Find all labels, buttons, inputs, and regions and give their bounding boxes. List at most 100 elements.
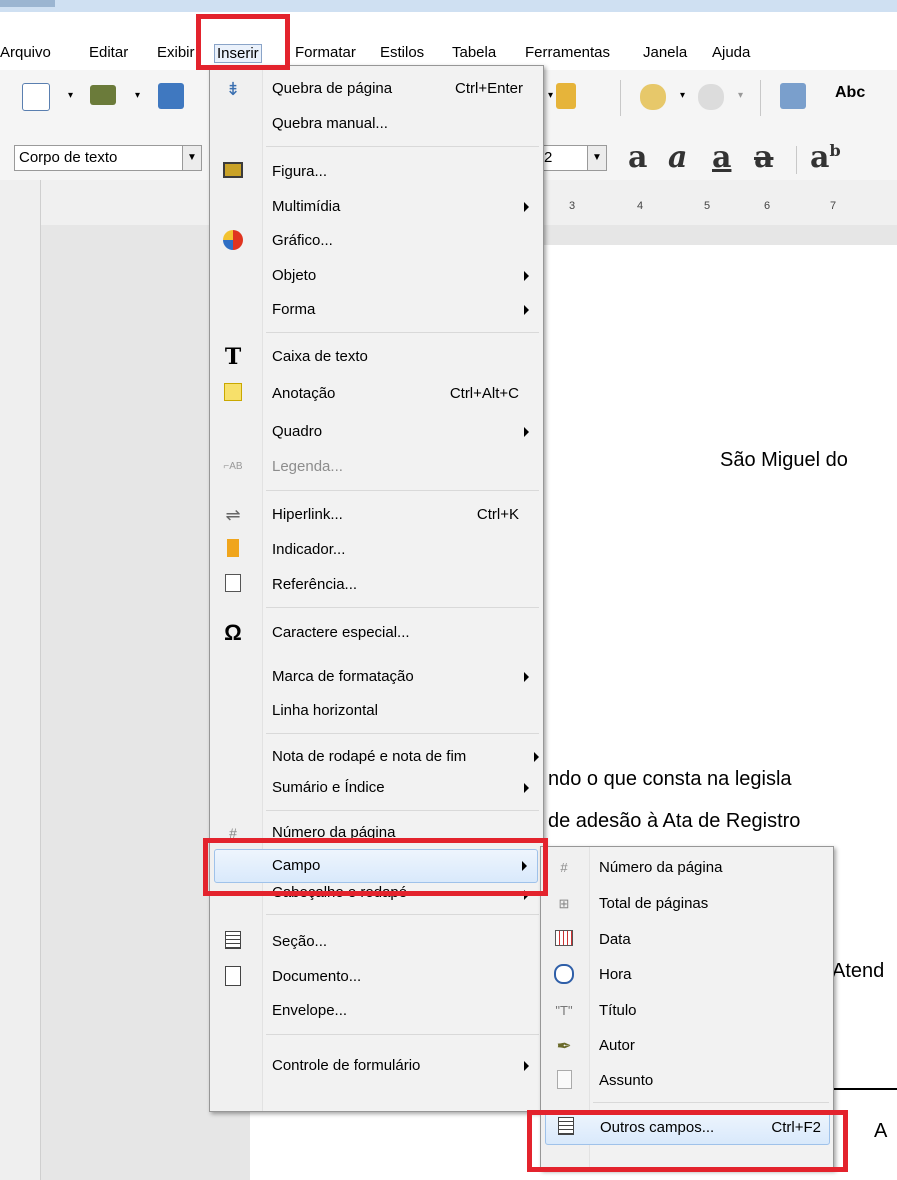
- field-item-subject[interactable]: Assunto: [541, 1066, 833, 1096]
- menu-item-chart[interactable]: Gráfico...: [210, 226, 543, 256]
- strikethrough-icon[interactable]: a: [754, 140, 773, 175]
- field-item-author[interactable]: ✒ Autor: [541, 1031, 833, 1061]
- menu-item-manual-break[interactable]: Quebra manual...: [210, 109, 543, 139]
- menu-item-shape[interactable]: Forma: [210, 295, 543, 325]
- ruler-tick: 5: [704, 200, 711, 212]
- open-dropdown-icon[interactable]: ▾: [135, 90, 140, 101]
- menu-item-label: Número da página: [599, 859, 723, 876]
- menu-item-label: Multimídia: [272, 198, 341, 215]
- menu-item-page-break[interactable]: ⇟ Quebra de página Ctrl+Enter: [210, 74, 543, 104]
- font-size-combo[interactable]: 2 ▼: [538, 145, 607, 171]
- field-item-title[interactable]: "T" Título: [541, 996, 833, 1026]
- menu-item-special-character[interactable]: Ω Caractere especial...: [210, 618, 543, 648]
- menu-item-horizontal-line[interactable]: Linha horizontal: [210, 696, 543, 726]
- doc-text-line: ndo o que consta na legisla: [548, 768, 792, 790]
- menu-item-label: Quebra manual...: [272, 115, 388, 132]
- menu-item-multimedia[interactable]: Multimídia: [210, 192, 543, 222]
- menu-item-form-control[interactable]: Controle de formulário: [210, 1051, 543, 1081]
- menu-item-document[interactable]: Documento...: [210, 962, 543, 992]
- subject-icon: [553, 1070, 575, 1092]
- menu-item-label: Forma: [272, 301, 316, 318]
- menu-item-label: Referência...: [272, 576, 358, 593]
- menu-separator: [593, 1102, 829, 1103]
- submenu-arrow-icon: [534, 752, 539, 762]
- new-dropdown-icon[interactable]: ▾: [68, 90, 73, 101]
- paragraph-style-combo[interactable]: Corpo de texto ▼: [14, 145, 202, 171]
- field-item-time[interactable]: Hora: [541, 960, 833, 990]
- field-item-page-count[interactable]: ⊞ Total de páginas: [541, 889, 833, 919]
- comment-icon: [222, 383, 244, 405]
- cross-reference-icon: [222, 574, 244, 596]
- menu-item-text-box[interactable]: T Caixa de texto: [210, 342, 543, 372]
- menu-item-envelope[interactable]: Envelope...: [210, 996, 543, 1026]
- menu-editar[interactable]: Editar: [89, 44, 128, 61]
- menu-item-toc-index[interactable]: Sumário e Índice: [210, 773, 543, 803]
- menu-item-object[interactable]: Objeto: [210, 261, 543, 291]
- submenu-arrow-icon: [524, 783, 529, 793]
- paragraph-style-value: Corpo de texto: [19, 149, 118, 166]
- title-icon: "T": [555, 1003, 573, 1018]
- calendar-icon: [553, 929, 575, 951]
- ruler-tick: 6: [764, 200, 771, 212]
- menu-item-label: Quebra de página: [272, 80, 393, 97]
- submenu-arrow-icon: [524, 271, 529, 281]
- open-folder-icon[interactable]: [90, 85, 116, 105]
- submenu-arrow-icon: [524, 1061, 529, 1071]
- spellcheck-icon[interactable]: Abc: [835, 84, 865, 102]
- menu-formatar[interactable]: Formatar: [295, 44, 356, 61]
- menu-item-label: Total de páginas: [599, 895, 709, 912]
- redo-dropdown-icon[interactable]: ▾: [738, 90, 743, 101]
- chart-icon: [222, 230, 244, 252]
- menu-ajuda[interactable]: Ajuda: [712, 44, 750, 61]
- menu-janela[interactable]: Janela: [643, 44, 687, 61]
- image-icon: [222, 161, 244, 183]
- paint-dropdown-icon[interactable]: ▾: [548, 90, 553, 101]
- menu-item-label: Título: [599, 1002, 637, 1019]
- menu-item-section[interactable]: Seção...: [210, 927, 543, 957]
- menu-separator: [266, 332, 539, 333]
- menu-item-label: Marca de formatação: [272, 668, 414, 685]
- redo-icon[interactable]: [698, 84, 724, 110]
- undo-icon[interactable]: [640, 84, 666, 110]
- underline-icon[interactable]: a: [712, 140, 731, 175]
- menu-item-formatting-mark[interactable]: Marca de formatação: [210, 662, 543, 692]
- menu-item-label: Caractere especial...: [272, 624, 410, 641]
- menu-item-comment[interactable]: Anotação Ctrl+Alt+C: [210, 379, 543, 409]
- highlight-box-field: [203, 838, 548, 896]
- menu-item-label: Hora: [599, 966, 632, 983]
- chevron-down-icon[interactable]: ▼: [587, 146, 606, 170]
- insert-menu: ⇟ Quebra de página Ctrl+Enter Quebra man…: [209, 65, 544, 1112]
- menu-item-label: Hiperlink...: [272, 506, 343, 523]
- find-replace-icon[interactable]: [780, 83, 806, 109]
- menu-tabela[interactable]: Tabela: [452, 44, 496, 61]
- superscript-icon[interactable]: ab: [810, 140, 841, 175]
- new-document-icon[interactable]: [22, 83, 50, 111]
- menu-item-caption[interactable]: ⌐AB Legenda...: [210, 452, 543, 482]
- ruler-tick: 7: [830, 200, 837, 212]
- section-icon: [222, 931, 244, 953]
- italic-icon[interactable]: a: [668, 140, 687, 175]
- save-icon[interactable]: [158, 83, 184, 109]
- menu-arquivo[interactable]: Arquivo: [0, 44, 51, 61]
- clone-formatting-icon[interactable]: [556, 83, 576, 109]
- menu-item-label: Data: [599, 931, 631, 948]
- menu-item-cross-reference[interactable]: Referência...: [210, 570, 543, 600]
- doc-text-line: Atend: [832, 960, 885, 982]
- menu-item-label: Objeto: [272, 267, 317, 284]
- field-item-date[interactable]: Data: [541, 925, 833, 955]
- menu-item-footnote[interactable]: Nota de rodapé e nota de fim: [210, 742, 543, 772]
- bold-icon[interactable]: a: [628, 140, 647, 175]
- menu-item-figure[interactable]: Figura...: [210, 157, 543, 187]
- chevron-down-icon[interactable]: ▼: [182, 146, 201, 170]
- menu-separator: [266, 810, 539, 811]
- menu-separator: [266, 490, 539, 491]
- doc-text-line: de adesão à Ata de Registro: [548, 810, 801, 832]
- menu-item-bookmark[interactable]: Indicador...: [210, 535, 543, 565]
- menu-estilos[interactable]: Estilos: [380, 44, 424, 61]
- menu-item-frame[interactable]: Quadro: [210, 417, 543, 447]
- undo-dropdown-icon[interactable]: ▾: [680, 90, 685, 101]
- menu-ferramentas[interactable]: Ferramentas: [525, 44, 610, 61]
- field-item-page-number[interactable]: # Número da página: [541, 853, 833, 883]
- menu-item-hyperlink[interactable]: ⇌ Hiperlink... Ctrl+K: [210, 500, 543, 530]
- page-number-icon: #: [560, 860, 568, 875]
